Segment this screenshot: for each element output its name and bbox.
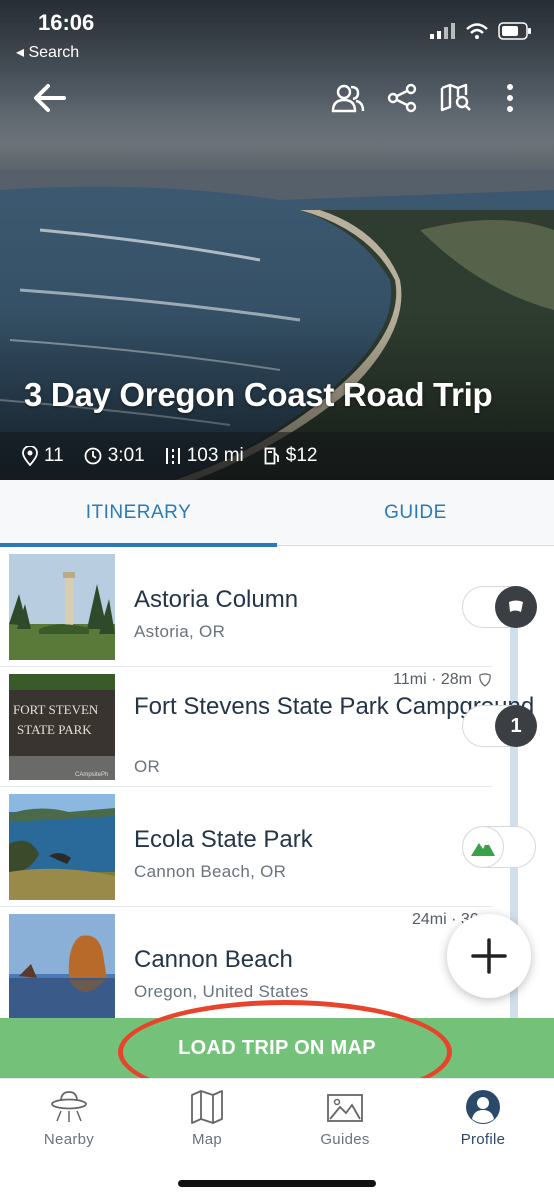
mountain-icon bbox=[471, 841, 495, 856]
stop-thumbnail bbox=[9, 914, 115, 1018]
stop-location: Astoria, OR bbox=[134, 622, 226, 641]
nav-label: Map bbox=[191, 1131, 223, 1148]
svg-text:FORT STEVEN: FORT STEVEN bbox=[13, 702, 99, 717]
stop-thumbnail: FORT STEVEN STATE PARK CAmpsitePh bbox=[9, 674, 115, 780]
stops-count: 11 bbox=[44, 445, 64, 466]
status-time: 16:06 bbox=[38, 10, 95, 35]
tab-guide[interactable]: GUIDE bbox=[277, 480, 554, 546]
duration-stat: 3:01 bbox=[84, 445, 145, 467]
park-marker bbox=[462, 826, 504, 868]
nav-guides[interactable]: Guides bbox=[276, 1089, 414, 1159]
tab-itinerary[interactable]: ITINERARY bbox=[0, 480, 277, 547]
back-arrow-icon[interactable] bbox=[30, 78, 74, 122]
nav-label: Nearby bbox=[43, 1131, 95, 1148]
svg-text:CAmpsitePh: CAmpsitePh bbox=[75, 772, 108, 778]
trip-stats-bar: 11 3:01 103 mi $12 bbox=[0, 432, 554, 480]
stop-toggle[interactable] bbox=[462, 586, 537, 628]
stop-location: Oregon, United States bbox=[134, 982, 309, 1001]
stop-name: Cannon Beach bbox=[134, 946, 293, 973]
avatar-icon bbox=[466, 1090, 500, 1124]
stop-thumbnail bbox=[9, 794, 115, 900]
svg-text:STATE PARK: STATE PARK bbox=[17, 722, 92, 737]
top-action-bar bbox=[0, 74, 554, 122]
stop-location: Cannon Beach, OR bbox=[134, 862, 287, 881]
share-icon[interactable] bbox=[384, 78, 420, 118]
stop-toggle[interactable] bbox=[462, 826, 536, 868]
nav-label: Guides bbox=[320, 1131, 370, 1148]
pin-icon bbox=[22, 446, 38, 466]
leg-distance: 11mi · 28m bbox=[393, 671, 472, 688]
map-search-icon[interactable] bbox=[438, 78, 474, 118]
highway-shield-icon bbox=[479, 673, 491, 687]
nav-label: Profile bbox=[460, 1131, 506, 1148]
status-bar: 16:06 ◂ Search bbox=[0, 0, 554, 70]
map-icon bbox=[191, 1090, 223, 1124]
stops-stat: 11 bbox=[22, 445, 64, 467]
distance-value: 103 mi bbox=[186, 445, 244, 466]
battery-icon bbox=[498, 22, 531, 40]
distance-stat: 103 mi bbox=[165, 445, 244, 467]
back-to-search-link[interactable]: ◂ Search bbox=[16, 42, 79, 62]
leg-info: 11mi · 28m bbox=[393, 671, 492, 689]
add-stop-button[interactable] bbox=[447, 914, 531, 998]
home-indicator bbox=[178, 1180, 376, 1187]
fuel-value: $12 bbox=[285, 445, 318, 466]
trip-title: 3 Day Oregon Coast Road Trip bbox=[24, 376, 493, 413]
fuel-stat: $12 bbox=[264, 445, 318, 467]
tab-bar: ITINERARY GUIDE bbox=[0, 480, 554, 547]
stop-name: Ecola State Park bbox=[134, 826, 313, 853]
list-item[interactable]: Ecola State Park Cannon Beach, OR bbox=[0, 787, 554, 907]
travelers-icon[interactable] bbox=[330, 78, 366, 118]
flag-marker bbox=[495, 586, 537, 628]
ufo-icon bbox=[51, 1091, 87, 1122]
fuel-icon bbox=[264, 447, 279, 465]
road-icon bbox=[165, 448, 180, 464]
clock-icon bbox=[84, 447, 102, 465]
more-icon[interactable] bbox=[492, 78, 528, 118]
stop-toggle[interactable]: 1 bbox=[462, 705, 537, 747]
list-item[interactable]: FORT STEVEN STATE PARK CAmpsitePh 11mi · 2… bbox=[0, 667, 554, 787]
plus-icon bbox=[471, 938, 507, 974]
nav-profile[interactable]: Profile bbox=[414, 1089, 552, 1159]
photo-icon bbox=[327, 1094, 363, 1122]
signal-icon bbox=[430, 23, 455, 39]
list-item[interactable]: Astoria Column Astoria, OR bbox=[0, 547, 554, 667]
wifi-icon bbox=[466, 23, 488, 39]
duration-value: 3:01 bbox=[107, 445, 145, 466]
stop-number-marker: 1 bbox=[495, 705, 537, 747]
nav-map[interactable]: Map bbox=[138, 1089, 276, 1159]
nav-nearby[interactable]: Nearby bbox=[0, 1089, 138, 1159]
stop-name: Astoria Column bbox=[134, 586, 299, 613]
flag-icon bbox=[509, 600, 523, 612]
stop-location: OR bbox=[134, 757, 161, 776]
stop-thumbnail bbox=[9, 554, 115, 660]
